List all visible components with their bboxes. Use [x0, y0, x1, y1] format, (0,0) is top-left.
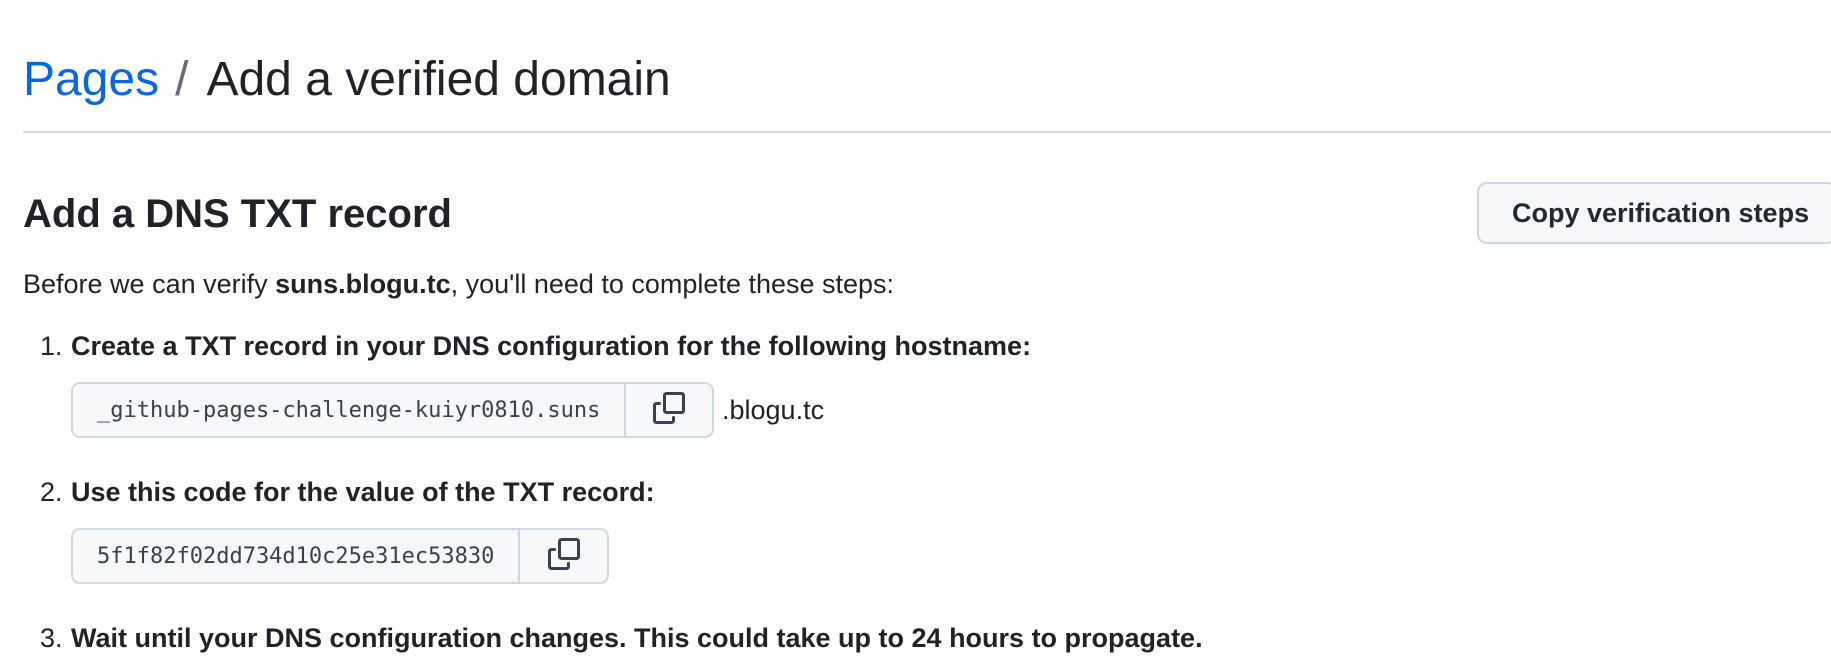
step-2-number: 2. — [40, 477, 63, 507]
intro-domain: suns.blogu.tc — [275, 269, 451, 299]
txt-value-field: 5f1f82f02dd734d10c25e31ec53830 — [71, 528, 609, 584]
step-2-text: Use this code for the value of the TXT r… — [71, 477, 655, 507]
hostname-suffix: .blogu.tc — [722, 395, 825, 425]
intro-text: Before we can verify suns.blogu.tc, you'… — [23, 266, 894, 302]
step-2: 2. Use this code for the value of the TXT… — [40, 474, 655, 510]
hostname-field: _github-pages-challenge-kuiyr0810.suns — [71, 382, 714, 438]
page: Pages / Add a verified domain Add a DNS TX… — [0, 0, 1831, 671]
step-1: 1. Create a TXT record in your DNS config… — [40, 328, 1031, 364]
page-title: Add a verified domain — [206, 53, 671, 106]
step-1-text: Create a TXT record in your DNS configur… — [71, 331, 1032, 361]
breadcrumb-pages-link[interactable]: Pages — [23, 53, 159, 106]
section-title: Add a DNS TXT record — [23, 192, 452, 236]
copy-verification-steps-button[interactable]: Copy verification steps — [1477, 182, 1831, 244]
copy-icon — [547, 537, 580, 575]
breadcrumb-separator: / — [175, 53, 189, 106]
copy-icon — [653, 391, 686, 429]
page-header: Pages / Add a verified domain — [23, 50, 671, 110]
step-1-number: 1. — [40, 331, 63, 361]
copy-hostname-button[interactable] — [624, 384, 712, 436]
intro-before: Before we can verify — [23, 269, 276, 299]
copy-txt-value-button[interactable] — [518, 530, 607, 582]
step-3-number: 3. — [40, 623, 63, 653]
step-3-text: Wait until your DNS configuration change… — [71, 623, 1203, 653]
txt-value[interactable]: 5f1f82f02dd734d10c25e31ec53830 — [73, 530, 518, 582]
header-divider — [23, 131, 1831, 133]
step-3: 3. Wait until your DNS configuration chan… — [40, 620, 1203, 656]
intro-after: , you'll need to complete these steps: — [450, 269, 895, 299]
hostname-value[interactable]: _github-pages-challenge-kuiyr0810.suns — [73, 384, 624, 436]
